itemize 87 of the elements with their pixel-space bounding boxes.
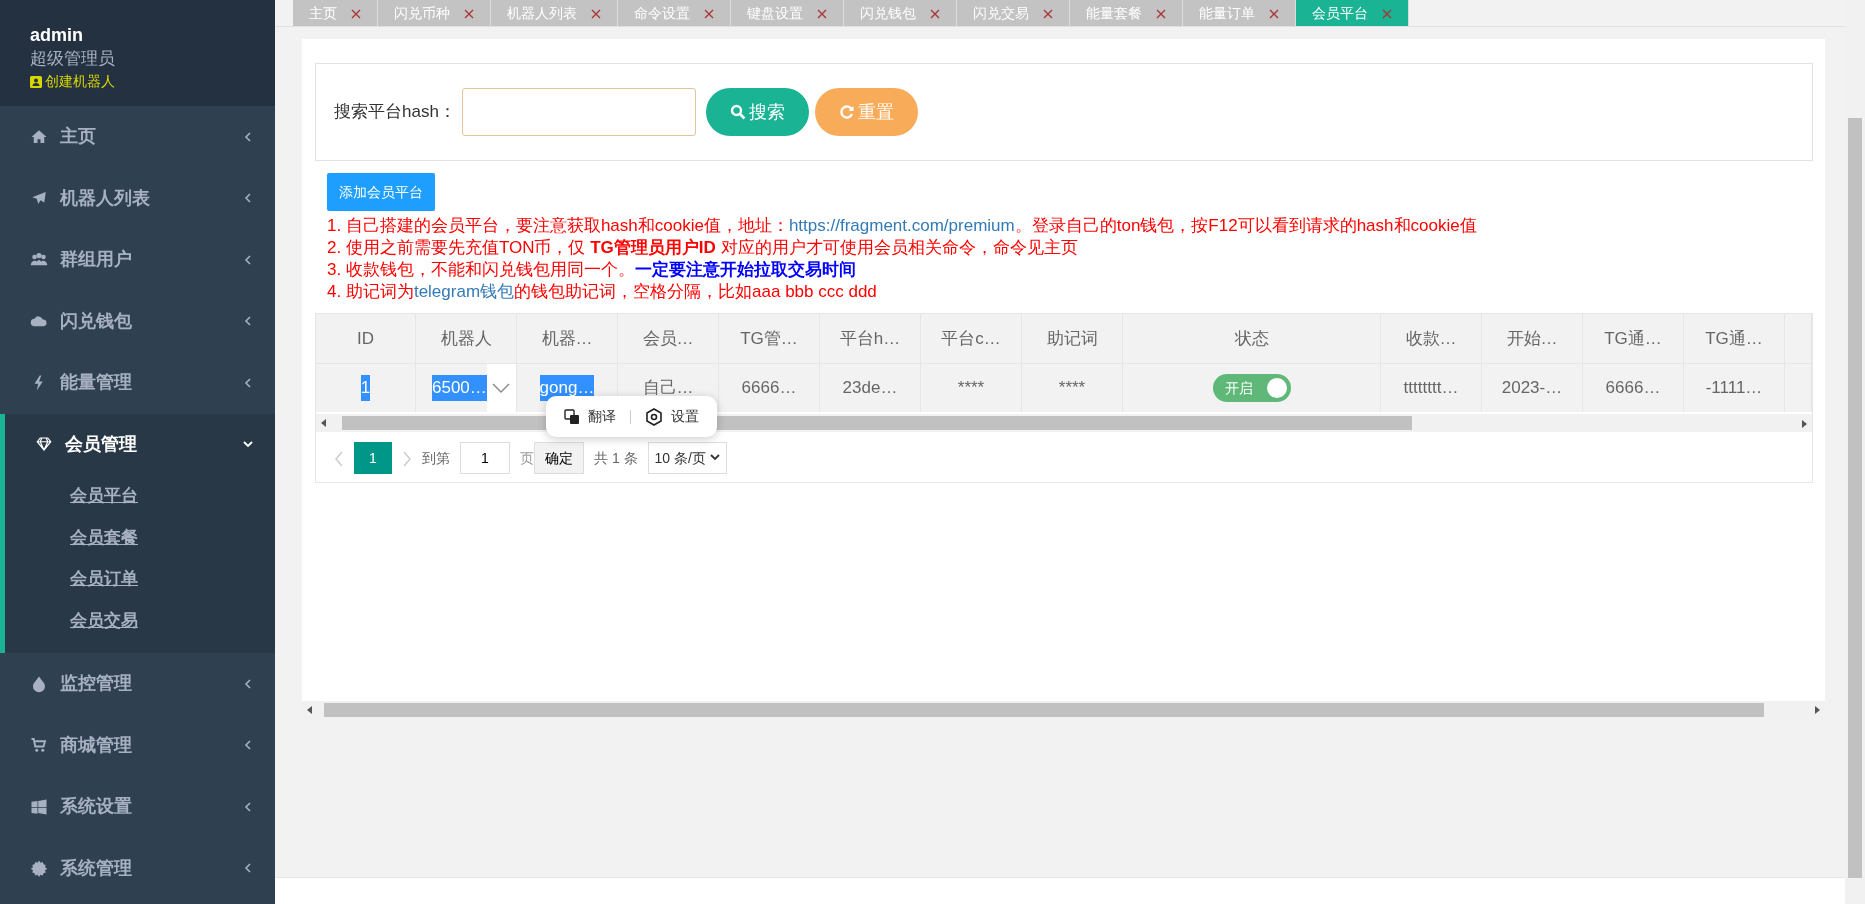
column-header: 机器… bbox=[517, 314, 618, 364]
refresh-icon bbox=[838, 104, 855, 120]
column-header: TG管… bbox=[719, 314, 820, 364]
column-header: TG通… bbox=[1583, 314, 1684, 364]
cell-text: **** bbox=[957, 377, 985, 400]
cell-text: 2023-… bbox=[1501, 377, 1563, 400]
user-role: 超级管理员 bbox=[30, 47, 116, 70]
chevron-left-icon bbox=[243, 862, 253, 875]
popup-item[interactable]: 翻译 bbox=[564, 406, 616, 427]
menu-item[interactable]: 主页 bbox=[0, 106, 275, 168]
cell-text: 自己… bbox=[642, 377, 694, 400]
total-count: 共 1 条 bbox=[594, 448, 638, 468]
settings-icon bbox=[645, 407, 663, 426]
chevron-left-icon bbox=[243, 315, 253, 328]
menu-item[interactable]: 系统设置 bbox=[0, 776, 275, 838]
submenu-item[interactable]: 会员套餐 bbox=[5, 516, 138, 558]
search-icon bbox=[729, 104, 746, 120]
cell-text: 1 bbox=[360, 375, 371, 401]
chevron-left-icon bbox=[243, 376, 253, 389]
scrollbar-thumb[interactable] bbox=[1848, 118, 1862, 878]
page-suffix: 页 bbox=[520, 448, 534, 468]
windows-icon bbox=[30, 797, 48, 816]
goto-label: 到第 bbox=[422, 448, 450, 468]
chevron-left-icon bbox=[243, 192, 253, 205]
column-header: TG通… bbox=[1684, 314, 1785, 364]
note-link[interactable]: telegram钱包 bbox=[413, 282, 515, 301]
submenu-item[interactable]: 会员订单 bbox=[5, 558, 138, 600]
menu-item[interactable]: 商城管理 bbox=[0, 714, 275, 776]
cell-text: 23de… bbox=[842, 377, 898, 400]
menu-item[interactable]: 会员管理 bbox=[5, 413, 275, 475]
note-text: 4. 助记词为telegram钱包的钱包助记词，空格分隔，比如aaa bbb ccc ddd bbox=[327, 281, 878, 303]
scrollbar-thumb[interactable] bbox=[324, 703, 1764, 717]
note-text: 1. 自己搭建的会员平台，要注意获取hash和cookie值，地址：https://fragment.com/premium。登录自己的ton钱包，按F12可以看到请求的hash和cookie值 bbox=[327, 215, 1478, 237]
cart-icon bbox=[30, 736, 48, 755]
note-text: 3. 收款钱包，不能和闪兑钱包用同一个。一定要注意开始拉取交易时间 bbox=[327, 259, 857, 281]
scroll-right-icon[interactable] bbox=[1800, 419, 1808, 428]
popup-item[interactable]: 设置 bbox=[645, 406, 699, 427]
chevron-left-icon bbox=[243, 800, 253, 813]
column-header: ID bbox=[316, 314, 416, 364]
search-field[interactable] bbox=[461, 88, 696, 136]
tab[interactable]: 会员平台 bbox=[1296, 0, 1409, 26]
chevron-left-icon bbox=[243, 253, 253, 266]
user-name: admin bbox=[30, 25, 84, 46]
scroll-left-icon[interactable] bbox=[306, 706, 314, 714]
menu-item[interactable]: 监控管理 bbox=[0, 653, 275, 715]
cell-text: 6500… bbox=[432, 375, 487, 401]
chevron-left-icon bbox=[243, 130, 253, 143]
column-header: 会员… bbox=[618, 314, 719, 364]
cell-text: tttttttt… bbox=[1403, 377, 1459, 400]
page-size-select[interactable]: 10 条/页 bbox=[647, 442, 727, 474]
search-label: 搜索平台hash： bbox=[334, 101, 456, 124]
scroll-left-icon[interactable] bbox=[320, 419, 328, 427]
create-bot-link[interactable]: 创建机器人 bbox=[30, 71, 245, 92]
gear-icon bbox=[30, 859, 48, 878]
submenu-item[interactable]: 会员平台 bbox=[5, 475, 138, 517]
dropdown-caret-icon bbox=[486, 364, 516, 412]
column-header: 状态 bbox=[1123, 314, 1381, 364]
submenu-item[interactable]: 会员交易 bbox=[5, 599, 138, 641]
menu-item[interactable]: 系统管理 bbox=[0, 837, 275, 899]
cell-text: 6666… bbox=[741, 377, 797, 400]
menu-item[interactable]: 群组用户 bbox=[0, 229, 275, 291]
confirm-button[interactable]: 确定 bbox=[534, 442, 584, 474]
column-header: 助记词 bbox=[1022, 314, 1123, 364]
column-header: 平台c… bbox=[921, 314, 1022, 364]
chevron-left-icon bbox=[243, 677, 253, 690]
note-text: 2. 使用之前需要先充值TON币，仅 TG管理员用户ID 对应的用户才可使用会员相关命令，命令见主页 bbox=[327, 237, 1079, 259]
column-header: 平台h… bbox=[820, 314, 921, 364]
scroll-right-icon[interactable] bbox=[1813, 706, 1821, 714]
column-header: 开始… bbox=[1482, 314, 1583, 364]
cell-text: **** bbox=[1058, 377, 1086, 400]
cell-text: 6666… bbox=[1605, 377, 1661, 400]
drop-icon bbox=[30, 674, 48, 693]
add-platform-button[interactable]: 添加会员平台 bbox=[327, 173, 435, 211]
menu-item[interactable]: 能量管理 bbox=[0, 352, 275, 414]
page-number-field[interactable]: 1 bbox=[460, 442, 510, 474]
column-header: 收款… bbox=[1381, 314, 1482, 364]
menu-item[interactable]: 机器人列表 bbox=[0, 167, 275, 229]
caret-icon bbox=[709, 454, 720, 462]
cell-text: -1111… bbox=[1705, 377, 1763, 400]
contact-icon bbox=[30, 75, 42, 88]
page-button[interactable]: 1 bbox=[354, 442, 392, 474]
translate-icon bbox=[564, 408, 580, 425]
search-button[interactable]: 搜索 bbox=[705, 88, 809, 136]
note-link[interactable]: https://fragment.com/premium bbox=[788, 216, 1015, 235]
column-header: 机器人 bbox=[416, 314, 517, 364]
chevron-left-icon bbox=[243, 739, 253, 752]
menu-item[interactable]: 闪兑钱包 bbox=[0, 290, 275, 352]
